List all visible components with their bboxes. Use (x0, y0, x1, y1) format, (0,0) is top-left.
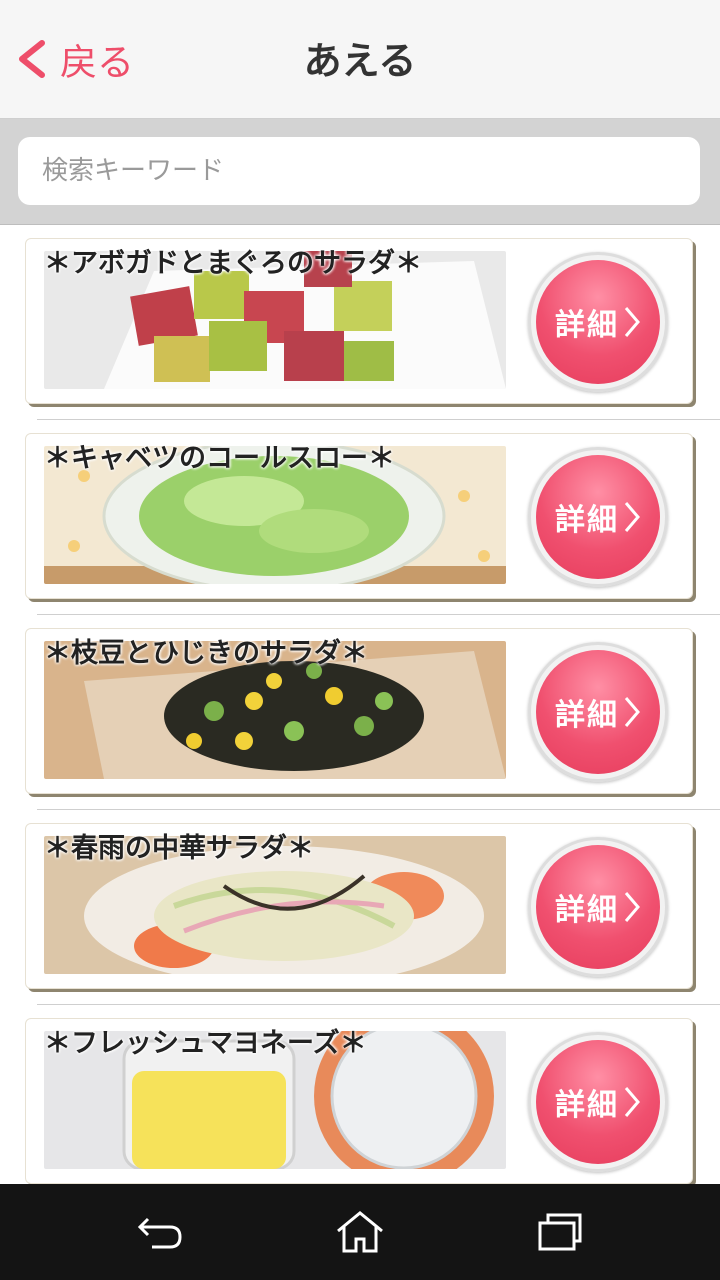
recipe-card[interactable]: ＊春雨の中華サラダ＊ 詳細 (25, 823, 693, 989)
recent-apps-icon (538, 1213, 582, 1251)
recipe-title: ＊アボガドとまぐろのサラダ＊ (44, 248, 422, 279)
divider (37, 614, 720, 615)
detail-button[interactable]: 詳細 (528, 837, 668, 977)
divider (37, 809, 720, 810)
system-nav-bar (0, 1184, 720, 1280)
chevron-right-icon (624, 697, 640, 727)
nav-recent-apps-button[interactable] (532, 1206, 588, 1258)
detail-label: 詳細 (555, 698, 619, 733)
detail-button[interactable]: 詳細 (528, 1032, 668, 1172)
chevron-right-icon (624, 892, 640, 922)
divider (37, 1004, 720, 1005)
recipe-title: ＊枝豆とひじきのサラダ＊ (44, 638, 368, 669)
divider (37, 419, 720, 420)
detail-label: 詳細 (555, 893, 619, 928)
chevron-right-icon (624, 307, 640, 337)
recipe-card[interactable]: ＊フレッシュマヨネーズ＊ 詳細 (25, 1018, 693, 1184)
recipe-title: ＊フレッシュマヨネーズ＊ (44, 1028, 367, 1059)
recipe-title: ＊キャベツのコールスロー＊ (44, 443, 395, 474)
home-nav-icon (337, 1211, 383, 1253)
detail-label: 詳細 (555, 308, 619, 343)
detail-label: 詳細 (555, 1088, 619, 1123)
detail-button[interactable]: 詳細 (528, 447, 668, 587)
recipe-list[interactable]: ＊アボガドとまぐろのサラダ＊ 詳細 ＊キャベツのコールスロー＊ 詳細 ＊枝豆とひ… (0, 225, 720, 1184)
app-header: 戻る あえる (0, 0, 720, 119)
recipe-card[interactable]: ＊アボガドとまぐろのサラダ＊ 詳細 (25, 238, 693, 404)
search-bar (0, 119, 720, 225)
recipe-title: ＊春雨の中華サラダ＊ (44, 833, 314, 864)
chevron-right-icon (624, 1087, 640, 1117)
page-title: あえる (303, 39, 417, 83)
back-nav-icon (137, 1217, 182, 1249)
detail-label: 詳細 (555, 503, 619, 538)
recipe-card[interactable]: ＊キャベツのコールスロー＊ 詳細 (25, 433, 693, 599)
nav-back-button[interactable] (132, 1206, 188, 1258)
recipe-card[interactable]: ＊枝豆とひじきのサラダ＊ 詳細 (25, 628, 693, 794)
nav-home-button[interactable] (332, 1206, 388, 1258)
search-input[interactable] (18, 137, 700, 205)
detail-button[interactable]: 詳細 (528, 642, 668, 782)
detail-button[interactable]: 詳細 (528, 252, 668, 392)
chevron-right-icon (624, 502, 640, 532)
